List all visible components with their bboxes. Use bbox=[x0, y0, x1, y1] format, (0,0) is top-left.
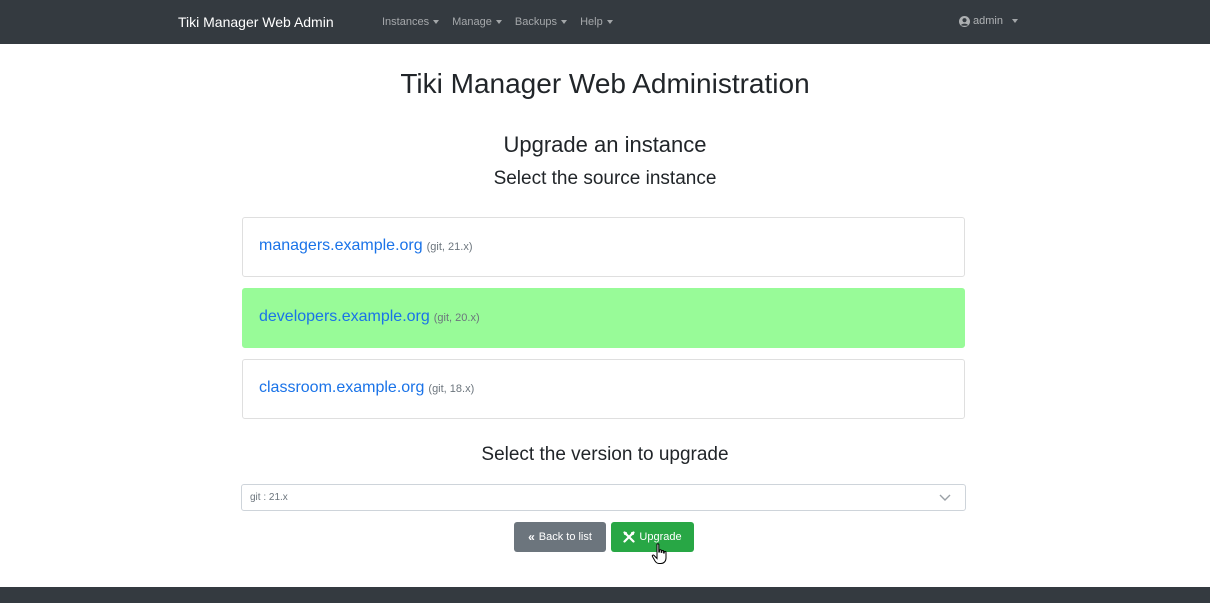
chevron-down-icon bbox=[939, 494, 951, 501]
instance-link[interactable]: classroom.example.org bbox=[259, 379, 424, 396]
instance-meta: (git, 20.x) bbox=[433, 312, 480, 324]
caret-down-icon bbox=[433, 20, 440, 24]
nav-menu: Instances Manage Backups Help bbox=[382, 16, 613, 28]
nav-backups-dropdown[interactable]: Backups bbox=[514, 16, 568, 28]
page-title: Tiki Manager Web Administration bbox=[400, 68, 810, 99]
nav-instances-dropdown[interactable]: Instances bbox=[382, 16, 440, 28]
nav-manage-label: Manage bbox=[452, 16, 492, 28]
version-select[interactable]: git : 21.x bbox=[241, 484, 966, 511]
nav-backups-label: Backups bbox=[514, 16, 558, 28]
tools-icon bbox=[623, 531, 635, 543]
user-dropdown[interactable]: admin bbox=[959, 15, 1018, 27]
section-title: Upgrade an instance bbox=[503, 132, 707, 157]
user-name: admin bbox=[973, 15, 1003, 27]
nav-manage-dropdown[interactable]: Manage bbox=[452, 16, 502, 28]
nav-instances-label: Instances bbox=[382, 16, 430, 28]
instance-meta: (git, 18.x) bbox=[428, 383, 475, 395]
instance-card-developers[interactable]: developers.example.org (git, 20.x) bbox=[242, 288, 965, 348]
version-title: Select the version to upgrade bbox=[481, 444, 729, 465]
back-to-list-button[interactable]: « Back to list bbox=[514, 522, 606, 552]
upgrade-button-label: Upgrade bbox=[639, 531, 682, 543]
version-select-value: git : 21.x bbox=[250, 492, 288, 503]
instance-link[interactable]: managers.example.org bbox=[259, 237, 423, 254]
user-circle-icon bbox=[959, 15, 970, 27]
double-chevron-left-icon: « bbox=[528, 530, 535, 544]
section-subtitle: Select the source instance bbox=[493, 168, 717, 189]
instance-card-managers[interactable]: managers.example.org (git, 21.x) bbox=[242, 217, 965, 277]
footer-bar bbox=[0, 587, 1210, 603]
top-navbar: Tiki Manager Web Admin Instances Manage … bbox=[0, 0, 1210, 44]
hand-pointer-cursor-icon bbox=[651, 543, 667, 564]
caret-down-icon bbox=[1011, 19, 1018, 23]
instance-meta: (git, 21.x) bbox=[426, 241, 473, 253]
back-button-label: Back to list bbox=[538, 531, 592, 543]
nav-help-label: Help bbox=[580, 16, 603, 28]
nav-help-dropdown[interactable]: Help bbox=[580, 16, 613, 28]
caret-down-icon bbox=[606, 20, 613, 24]
caret-down-icon bbox=[561, 20, 568, 24]
caret-down-icon bbox=[495, 20, 502, 24]
instance-link[interactable]: developers.example.org bbox=[259, 308, 430, 325]
instance-card-classroom[interactable]: classroom.example.org (git, 18.x) bbox=[242, 359, 965, 419]
brand-link[interactable]: Tiki Manager Web Admin bbox=[178, 14, 334, 30]
